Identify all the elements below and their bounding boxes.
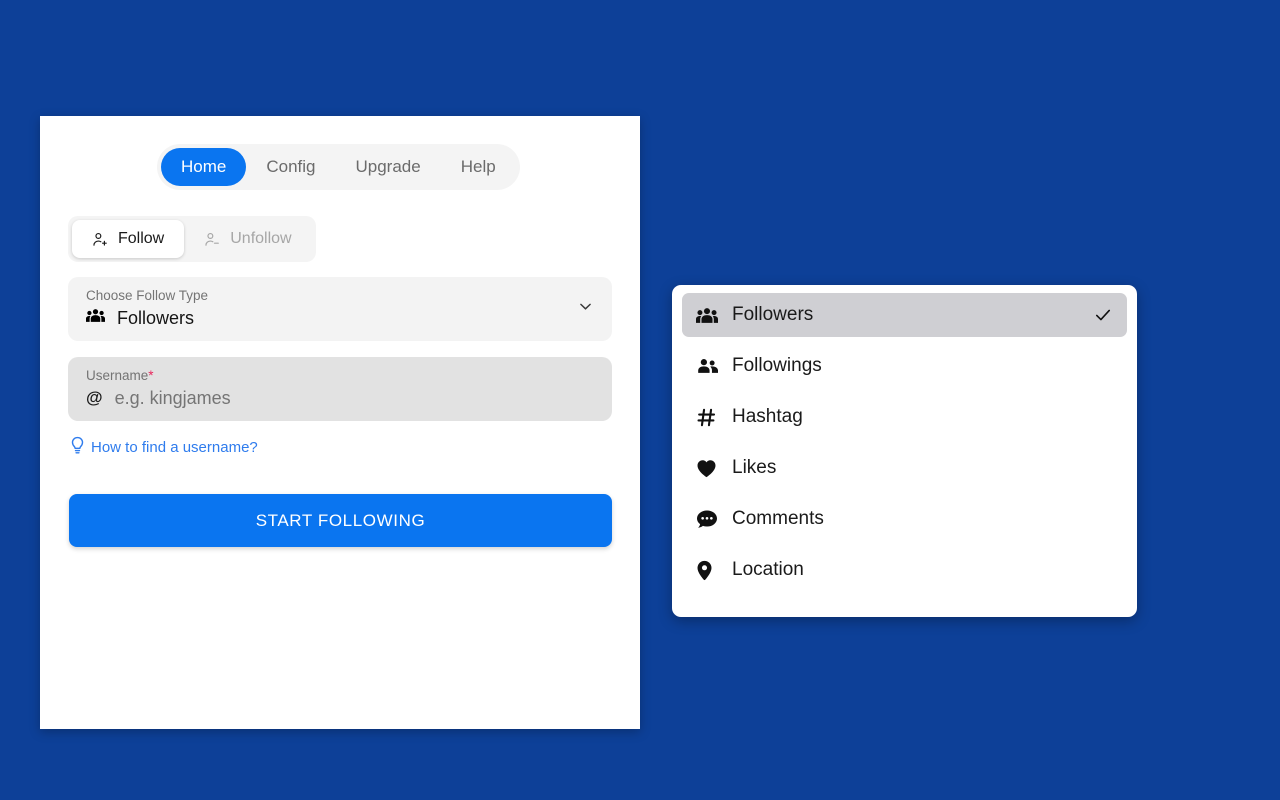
tab-help[interactable]: Help — [441, 148, 516, 186]
dropdown-item-label: Hashtag — [732, 406, 803, 427]
follow-type-select[interactable]: Choose Follow Type Followers — [68, 277, 612, 341]
comment-dots-icon — [696, 509, 724, 529]
dropdown-item-followers[interactable]: Followers — [682, 293, 1127, 337]
app-window: Home Config Upgrade Help Follow Unfollow… — [40, 116, 640, 729]
check-icon — [1093, 305, 1113, 325]
users-group-icon — [696, 307, 724, 324]
username-label: Username* — [86, 368, 154, 383]
location-pin-icon — [696, 560, 724, 581]
how-to-find-username-link[interactable]: How to find a username? — [69, 436, 258, 459]
follow-type-dropdown-menu: Followers Followings Hashtag Likes Comme… — [672, 285, 1137, 617]
tab-config[interactable]: Config — [246, 148, 335, 186]
username-input[interactable] — [114, 386, 535, 410]
start-following-button[interactable]: START FOLLOWING — [69, 494, 612, 547]
heart-icon — [696, 459, 724, 478]
dropdown-item-label: Comments — [732, 508, 824, 529]
username-value-row: @ — [86, 386, 596, 410]
dropdown-item-label: Location — [732, 559, 804, 580]
mode-follow-label: Follow — [118, 230, 165, 247]
dropdown-item-label: Likes — [732, 457, 777, 478]
dropdown-item-hashtag[interactable]: Hashtag — [682, 395, 1127, 439]
tab-upgrade[interactable]: Upgrade — [336, 148, 441, 186]
dropdown-item-followings[interactable]: Followings — [682, 344, 1127, 388]
hashtag-icon — [696, 407, 724, 428]
follow-type-value: Followers — [117, 308, 195, 328]
lightbulb-icon — [69, 436, 86, 459]
person-plus-icon — [92, 231, 109, 248]
dropdown-item-likes[interactable]: Likes — [682, 446, 1127, 490]
mode-toggle: Follow Unfollow — [68, 216, 316, 262]
mode-unfollow-label: Unfollow — [230, 230, 292, 247]
at-sign-icon: @ — [86, 388, 103, 407]
mode-unfollow-button[interactable]: Unfollow — [184, 220, 311, 258]
screen-root: Home Config Upgrade Help Follow Unfollow… — [0, 0, 1280, 800]
dropdown-item-label: Followings — [732, 355, 822, 376]
how-to-find-username-label: How to find a username? — [91, 439, 258, 456]
users-group-icon — [86, 308, 105, 328]
person-minus-icon — [204, 231, 221, 248]
dropdown-item-comments[interactable]: Comments — [682, 497, 1127, 541]
username-field[interactable]: Username* @ — [68, 357, 612, 421]
dropdown-item-location[interactable]: Location — [682, 548, 1127, 592]
main-tabbar: Home Config Upgrade Help — [157, 144, 520, 190]
follow-type-value-row: Followers — [86, 306, 596, 330]
chevron-down-icon[interactable] — [577, 298, 594, 320]
mode-follow-button[interactable]: Follow — [72, 220, 185, 258]
dropdown-item-label: Followers — [732, 304, 814, 325]
users-icon — [696, 358, 724, 374]
follow-type-label: Choose Follow Type — [86, 288, 209, 303]
required-marker: * — [148, 368, 154, 383]
tab-home[interactable]: Home — [161, 148, 247, 186]
